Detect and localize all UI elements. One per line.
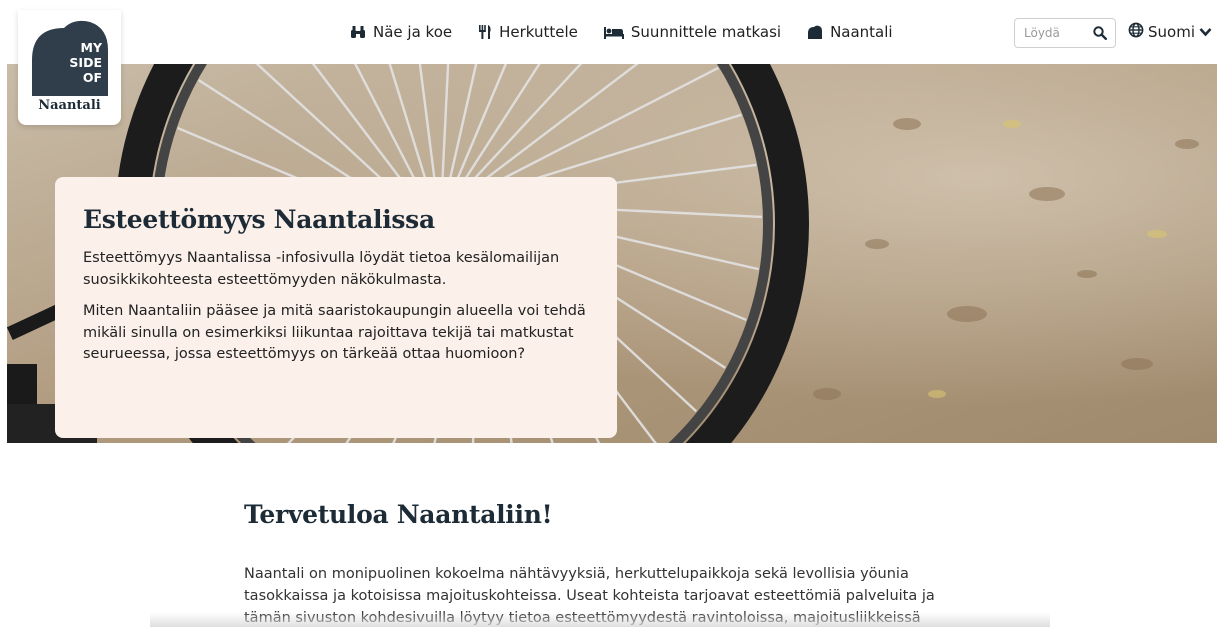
nav-item-nae-ja-koe[interactable]: Näe ja koe [350, 23, 452, 41]
hero-paragraph-2: Miten Naantaliin pääsee ja mitä saaristo… [83, 303, 586, 362]
main-nav: Näe ja koe Herkuttele Suunnittele matkas… [350, 0, 893, 64]
nav-item-herkuttele[interactable]: Herkuttele [478, 23, 578, 41]
binoculars-icon [350, 25, 366, 39]
search-input[interactable] [1024, 26, 1088, 40]
logo-wordmark: Naantali [38, 98, 101, 113]
chevron-down-icon [1199, 23, 1212, 41]
search-icon[interactable] [1093, 25, 1108, 44]
language-label: Suomi [1148, 23, 1195, 41]
nav-item-label: Näe ja koe [373, 23, 453, 41]
nav-item-label: Suunnittele matkasi [630, 23, 782, 41]
welcome-heading: Tervetuloa Naantaliin! [244, 500, 553, 529]
language-selector[interactable]: Suomi [1128, 22, 1212, 42]
logo-line-1: MY [81, 40, 103, 55]
scroll-fade [150, 612, 1050, 627]
logo-line-3: OF [83, 70, 102, 85]
hero-info-card: Esteettömyys Naantalissa Esteettömyys Na… [55, 177, 617, 438]
main-content: Tervetuloa Naantaliin! Naantali on monip… [244, 500, 984, 627]
heart-icon [807, 25, 823, 39]
hero-banner: Esteettömyys Naantalissa Esteettömyys Na… [7, 64, 1217, 443]
utensils-icon [478, 24, 492, 40]
nav-item-naantali[interactable]: Naantali [807, 23, 893, 41]
globe-icon [1128, 22, 1144, 42]
logo-heart-mark: MY SIDE OF [32, 20, 108, 96]
nav-item-suunnittele-matkasi[interactable]: Suunnittele matkasi [603, 23, 782, 41]
bed-icon [603, 26, 624, 39]
hero-paragraph-1: Esteettömyys Naantalissa -infosivulla lö… [83, 250, 560, 288]
logo-line-2: SIDE [69, 55, 102, 70]
nav-item-label: Herkuttele [499, 23, 578, 41]
nav-item-label: Naantali [830, 23, 893, 41]
search-box [1014, 18, 1116, 48]
hero-title: Esteettömyys Naantalissa [83, 205, 435, 234]
site-header: Näe ja koe Herkuttele Suunnittele matkas… [0, 0, 1217, 64]
site-logo[interactable]: MY SIDE OF Naantali [18, 10, 121, 125]
